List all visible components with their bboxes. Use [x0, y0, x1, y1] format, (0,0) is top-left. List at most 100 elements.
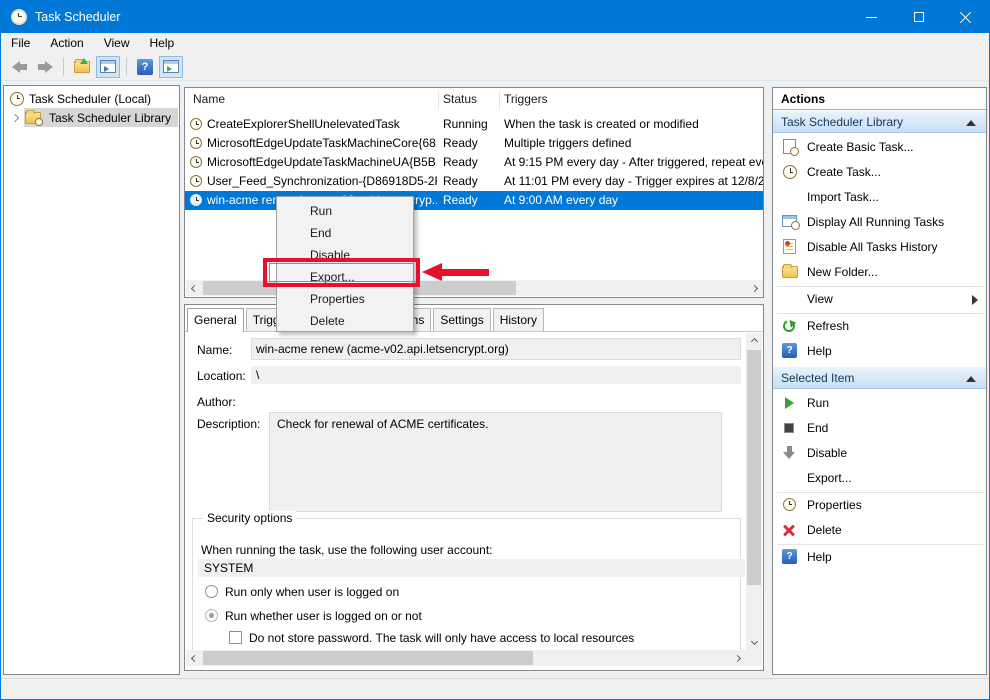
action-create-basic-task[interactable]: Create Basic Task... [773, 135, 986, 160]
radio-run-whether-label: Run whether user is logged on or not [225, 609, 422, 623]
location-value: \ [251, 366, 741, 384]
context-menu-run[interactable]: Run [277, 200, 413, 222]
tab-settings[interactable]: Settings [433, 308, 490, 332]
checkbox-no-password-label: Do not store password. The task will onl… [249, 631, 634, 645]
action-properties[interactable]: Properties [773, 493, 986, 518]
show-action-pane-button[interactable] [159, 56, 183, 78]
status-bar [1, 678, 989, 699]
table-row-selected[interactable]: win-acme renew (acme-v02.api.letsencryp.… [185, 191, 763, 210]
action-view[interactable]: View [773, 287, 986, 312]
help-icon: ? [781, 343, 799, 359]
context-menu-delete[interactable]: Delete [277, 310, 413, 332]
tab-history[interactable]: History [493, 308, 544, 332]
checkbox-no-password[interactable] [229, 631, 242, 644]
table-row[interactable]: User_Feed_Synchronization-{D86918D5-2F..… [185, 172, 763, 191]
back-icon [12, 61, 27, 73]
details-horizontal-scrollbar[interactable] [186, 650, 746, 666]
forward-button[interactable] [33, 56, 57, 78]
toolbar-help-button[interactable]: ? [133, 56, 157, 78]
task-status: Ready [443, 193, 478, 207]
action-help-library[interactable]: ? Help [773, 339, 986, 364]
table-row[interactable]: MicrosoftEdgeUpdateTaskMachineUA{B5B... … [185, 153, 763, 172]
task-status: Ready [443, 174, 478, 188]
action-disable[interactable]: Disable [773, 441, 986, 466]
column-header-name[interactable]: Name [193, 92, 225, 106]
create-basic-task-icon [781, 139, 799, 155]
description-field[interactable]: Check for renewal of ACME certificates. [269, 412, 722, 512]
task-triggers: At 11:01 PM every day - Trigger expires … [504, 174, 763, 188]
author-label: Author: [197, 395, 236, 409]
context-menu-properties[interactable]: Properties [277, 288, 413, 310]
collapse-arrow-icon[interactable] [966, 120, 976, 126]
action-pane-icon [163, 60, 179, 73]
show-console-tree-button[interactable] [96, 56, 120, 78]
security-options-legend: Security options [203, 511, 296, 525]
chevron-right-icon [734, 654, 741, 661]
section-header-library[interactable]: Task Scheduler Library [773, 110, 986, 133]
action-export[interactable]: Export... [773, 466, 986, 491]
action-create-task[interactable]: Create Task... [773, 160, 986, 185]
menu-action[interactable]: Action [40, 34, 93, 52]
menu-view[interactable]: View [94, 34, 140, 52]
expand-chevron-icon[interactable] [11, 113, 19, 121]
folder-up-icon [74, 61, 90, 73]
scroll-up-button[interactable] [746, 333, 762, 348]
context-menu-end[interactable]: End [277, 222, 413, 244]
collapse-arrow-icon[interactable] [966, 376, 976, 382]
minimize-icon [866, 17, 877, 18]
close-icon [959, 11, 972, 24]
chevron-down-icon [750, 638, 757, 645]
scroll-down-button[interactable] [746, 635, 762, 650]
minimize-button[interactable] [848, 1, 895, 33]
close-button[interactable] [942, 1, 989, 33]
radio-run-logged-on[interactable] [205, 585, 218, 598]
scroll-right-button[interactable] [731, 650, 746, 666]
actions-panel-title: Actions [773, 88, 986, 110]
properties-icon [781, 497, 799, 513]
scroll-right-button[interactable] [748, 280, 763, 296]
action-disable-all-tasks-history[interactable]: Disable All Tasks History [773, 235, 986, 260]
column-separator[interactable] [438, 92, 439, 109]
task-clock-icon [190, 175, 202, 187]
scroll-left-button[interactable] [186, 650, 201, 666]
delete-icon [781, 522, 799, 538]
tree-item-task-scheduler-local[interactable]: Task Scheduler (Local) [4, 89, 179, 108]
action-help-selected[interactable]: ? Help [773, 545, 986, 570]
toolbar-separator [63, 58, 64, 76]
name-field[interactable]: win-acme renew (acme-v02.api.letsencrypt… [251, 338, 741, 360]
action-delete[interactable]: Delete [773, 518, 986, 543]
menu-help[interactable]: Help [140, 34, 185, 52]
section-header-selected-item[interactable]: Selected Item [773, 366, 986, 389]
task-name: User_Feed_Synchronization-{D86918D5-2F..… [207, 174, 437, 188]
task-triggers: When the task is created or modified [504, 117, 763, 131]
action-display-all-running-tasks[interactable]: Display All Running Tasks [773, 210, 986, 235]
scroll-left-button[interactable] [186, 280, 201, 296]
task-status: Ready [443, 136, 478, 150]
maximize-button[interactable] [895, 1, 942, 33]
caption-buttons [848, 1, 989, 33]
action-import-task[interactable]: Import Task... [773, 185, 986, 210]
table-row[interactable]: CreateExplorerShellUnelevatedTask Runnin… [185, 115, 763, 134]
console-tree-panel: Task Scheduler (Local) Task Scheduler Li… [3, 85, 180, 675]
tab-general[interactable]: General [187, 308, 244, 332]
location-label: Location: [197, 369, 246, 383]
back-button[interactable] [7, 56, 31, 78]
action-new-folder[interactable]: New Folder... [773, 260, 986, 285]
folder-up-button[interactable] [70, 56, 94, 78]
scrollbar-thumb[interactable] [747, 350, 761, 585]
radio-run-whether[interactable] [205, 609, 218, 622]
scrollbar-thumb[interactable] [203, 651, 533, 665]
description-label: Description: [197, 417, 260, 431]
column-separator[interactable] [499, 92, 500, 109]
column-header-status[interactable]: Status [443, 92, 477, 106]
action-refresh[interactable]: Refresh [773, 314, 986, 339]
menu-file[interactable]: File [1, 34, 40, 52]
task-status: Ready [443, 155, 478, 169]
column-header-triggers[interactable]: Triggers [504, 92, 548, 106]
action-end[interactable]: End [773, 416, 986, 441]
action-run[interactable]: Run [773, 391, 986, 416]
table-row[interactable]: MicrosoftEdgeUpdateTaskMachineCore{68...… [185, 134, 763, 153]
maximize-icon [914, 12, 924, 22]
details-vertical-scrollbar[interactable] [746, 333, 762, 650]
tree-item-task-scheduler-library[interactable]: Task Scheduler Library [4, 108, 179, 127]
